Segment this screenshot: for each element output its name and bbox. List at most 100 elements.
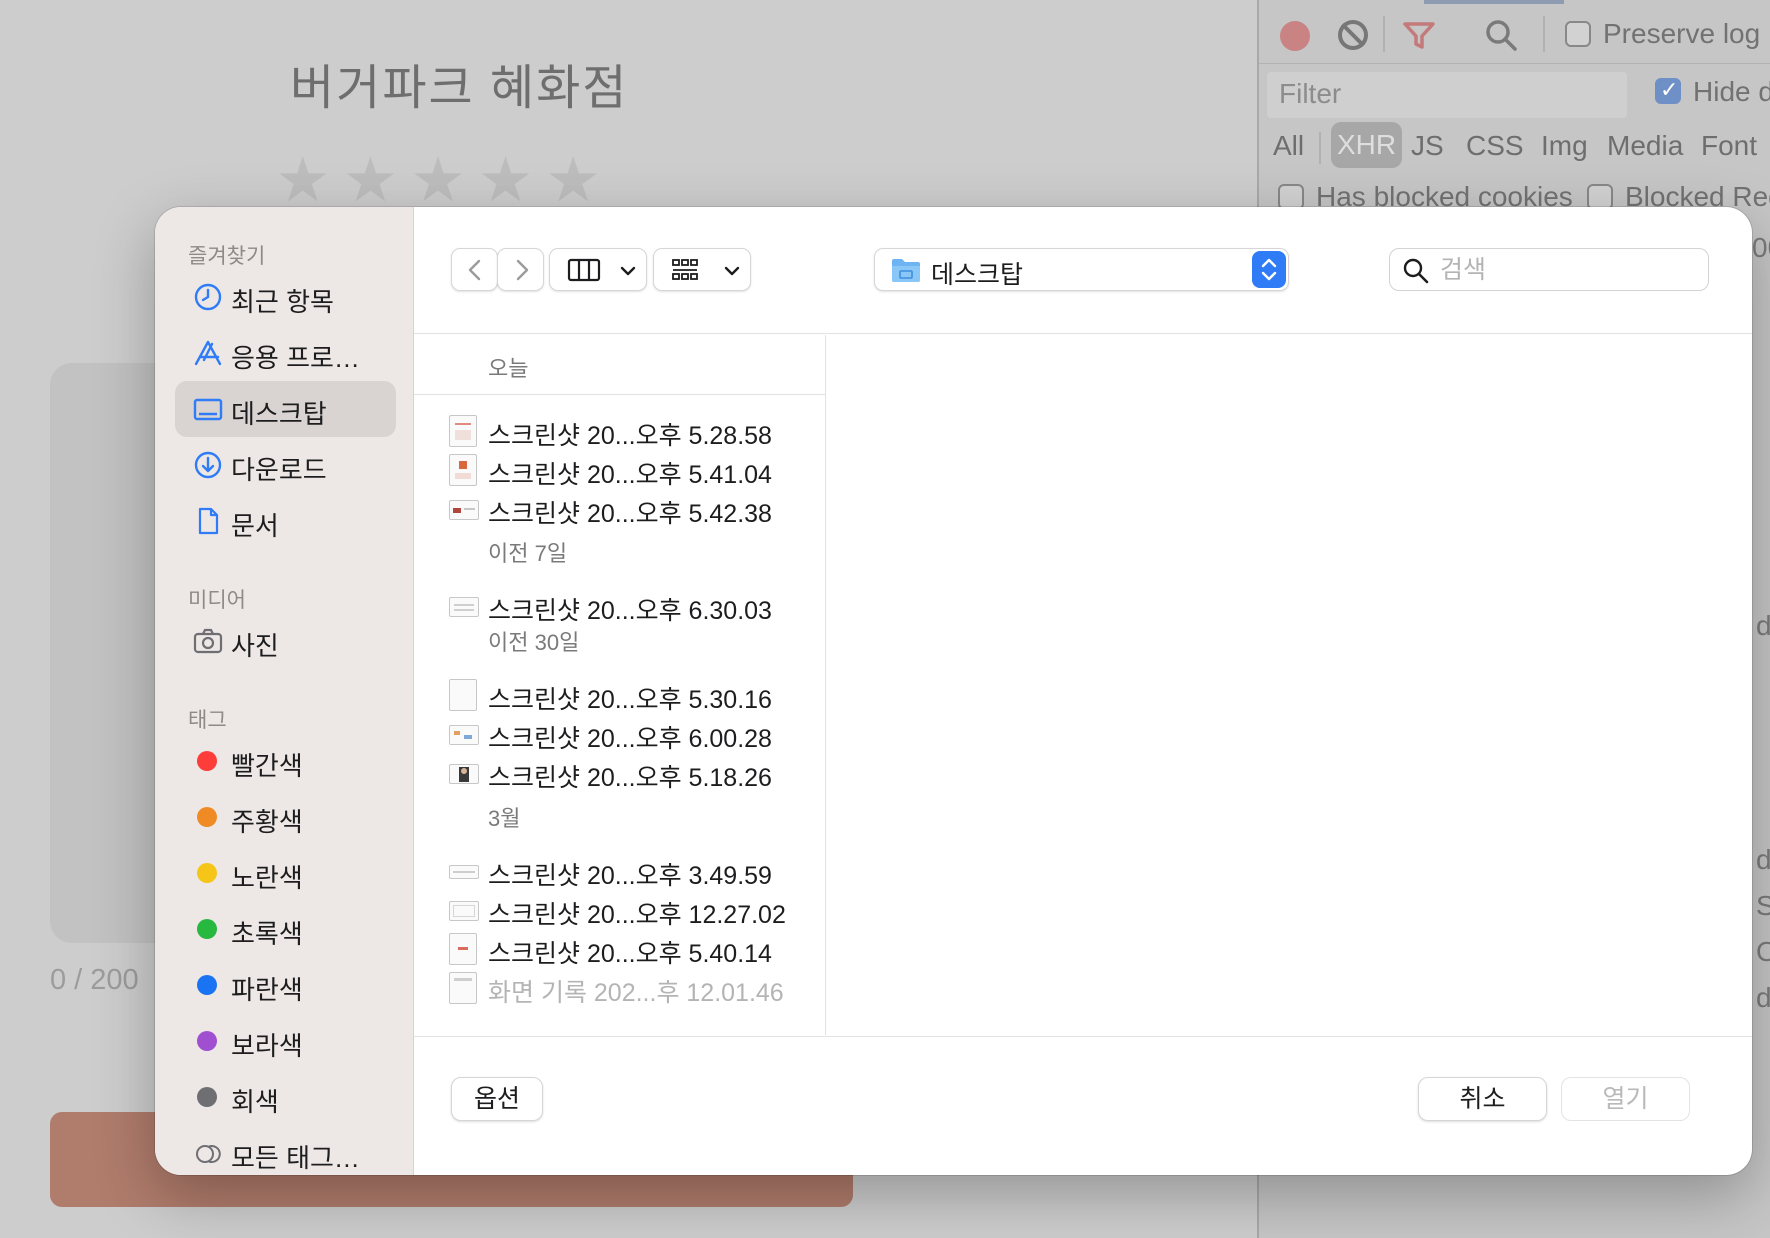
search-icon[interactable] [1484,18,1518,52]
file-row[interactable]: 스크린샷 20...오후 5.42.38 [444,489,814,529]
sidebar-item-downloads[interactable]: 다운로드 [175,437,396,493]
movie-file-icon [449,972,477,1004]
review-textarea[interactable] [50,363,160,943]
file-row[interactable]: 스크린샷 20...오후 3.49.59 [444,851,814,891]
type-js[interactable]: JS [1411,130,1444,162]
file-name: 스크린샷 20...오후 5.28.58 [488,422,772,450]
group-header-march: 3월 [488,806,521,831]
search-field[interactable] [1389,248,1709,291]
sidebar-tag-blue[interactable]: 파란색 [175,957,396,1013]
preview-pane [827,335,1752,1035]
search-input[interactable] [1440,253,1690,287]
filter-icon[interactable] [1402,20,1436,50]
star-icon[interactable]: ★ [343,150,399,212]
file-row[interactable]: 스크린샷 20...오후 5.40.14 [444,929,814,969]
chevron-left-icon [468,259,481,281]
sidebar-tag-yellow[interactable]: 노란색 [175,845,396,901]
file-name: 스크린샷 20...오후 6.00.28 [488,725,772,753]
hide-data-urls-checkbox[interactable] [1655,77,1681,104]
app-store-icon [194,340,222,366]
orange-tag-icon [197,807,217,827]
image-file-icon [449,764,479,784]
file-name: 스크린샷 20...오후 3.49.59 [488,862,772,890]
file-name: 스크린샷 20...오후 6.30.03 [488,597,772,625]
location-stepper[interactable] [1252,251,1286,288]
star-icon[interactable]: ★ [275,150,331,212]
sidebar-item-label: 파란색 [231,975,303,1005]
sidebar-item-label: 초록색 [231,919,303,949]
sidebar-item-label: 데스크탑 [231,399,327,429]
open-button[interactable]: 열기 [1561,1077,1690,1121]
request-row-fragment: S [1756,890,1770,921]
type-all[interactable]: All [1273,130,1304,162]
cancel-button[interactable]: 취소 [1418,1077,1547,1121]
type-font[interactable]: Font [1701,130,1757,162]
file-name: 스크린샷 20...오후 5.18.26 [488,764,772,792]
image-file-icon [449,679,477,711]
sidebar-item-label: 빨간색 [231,751,303,781]
location-popup[interactable]: 데스크탑 [874,248,1289,291]
sidebar-item-recents[interactable]: 최근 항목 [175,269,396,325]
sidebar-item-documents[interactable]: 문서 [175,493,396,549]
sidebar-item-all-tags[interactable]: 모든 태그… [175,1125,396,1175]
view-mode-button[interactable] [549,248,647,291]
request-row-fragment: d [1756,610,1770,641]
request-row-fragment: O [1756,936,1770,967]
file-list-column: 오늘 스크린샷 20...오후 5.28.58 스크린샷 20...오후 5.4… [414,335,826,1035]
group-header-previous-30-days: 이전 30일 [488,630,580,655]
preserve-log-checkbox[interactable] [1565,21,1591,47]
tags-section-title: 태그 [188,709,227,732]
green-tag-icon [197,919,217,939]
record-icon[interactable] [1280,21,1310,51]
sidebar-tag-purple[interactable]: 보라색 [175,1013,396,1069]
back-button[interactable] [451,248,498,291]
sidebar-item-desktop[interactable]: 데스크탑 [175,381,396,437]
type-media[interactable]: Media [1607,130,1683,162]
file-row[interactable]: 화면 기록 202...후 12.01.46 [444,968,814,1008]
file-name: 스크린샷 20...오후 5.42.38 [488,500,772,528]
sidebar-tag-orange[interactable]: 주황색 [175,789,396,845]
image-file-icon [449,500,479,520]
sidebar-tag-green[interactable]: 초록색 [175,901,396,957]
sidebar-tag-gray[interactable]: 회색 [175,1069,396,1125]
group-header-today: 오늘 [488,356,529,381]
dialog-main: 데스크탑 오늘 [414,207,1752,1175]
sidebar-item-label: 회색 [231,1087,279,1117]
star-icon[interactable]: ★ [410,150,466,212]
file-row[interactable]: 스크린샷 20...오후 5.30.16 [444,675,814,715]
file-row[interactable]: 스크린샷 20...오후 6.00.28 [444,714,814,754]
star-icon[interactable]: ★ [478,150,534,212]
file-row[interactable]: 스크린샷 20...오후 6.30.03 [444,586,814,626]
group-mode-button[interactable] [653,248,751,291]
type-img[interactable]: Img [1541,130,1588,162]
type-xhr[interactable]: XHR [1331,122,1403,168]
type-css[interactable]: CSS [1466,130,1524,162]
sidebar-item-label: 사진 [231,631,279,661]
media-section-title: 미디어 [188,589,246,612]
file-row[interactable]: 스크린샷 20...오후 5.28.58 [444,411,814,451]
rating-stars: ★ ★ ★ ★ ★ [275,150,601,212]
file-name: 스크린샷 20...오후 5.30.16 [488,686,772,714]
filter-input[interactable]: Filter [1267,72,1627,118]
clear-icon[interactable] [1338,20,1368,50]
search-icon [1403,258,1429,284]
file-row[interactable]: 스크린샷 20...오후 12.27.02 [444,890,814,930]
forward-button[interactable] [497,248,544,291]
desktop-icon [193,398,223,421]
sidebar-item-applications[interactable]: 응용 프로… [175,325,396,381]
options-button[interactable]: 옵션 [451,1077,543,1121]
image-file-icon [449,933,477,965]
sidebar-item-label: 응용 프로… [231,343,360,373]
sidebar-tag-red[interactable]: 빨간색 [175,733,396,789]
image-file-icon [449,597,479,617]
sidebar-item-label: 노란색 [231,863,303,893]
columns-view-icon [567,258,601,282]
all-tags-icon [196,1145,221,1163]
location-label: 데스크탑 [931,261,1024,289]
gray-tag-icon [197,1087,217,1107]
file-row[interactable]: 스크린샷 20...오후 5.18.26 [444,753,814,793]
file-row[interactable]: 스크린샷 20...오후 5.41.04 [444,450,814,490]
star-icon[interactable]: ★ [545,150,601,212]
sidebar-item-photos[interactable]: 사진 [175,613,396,669]
sidebar-item-label: 보라색 [231,1031,303,1061]
